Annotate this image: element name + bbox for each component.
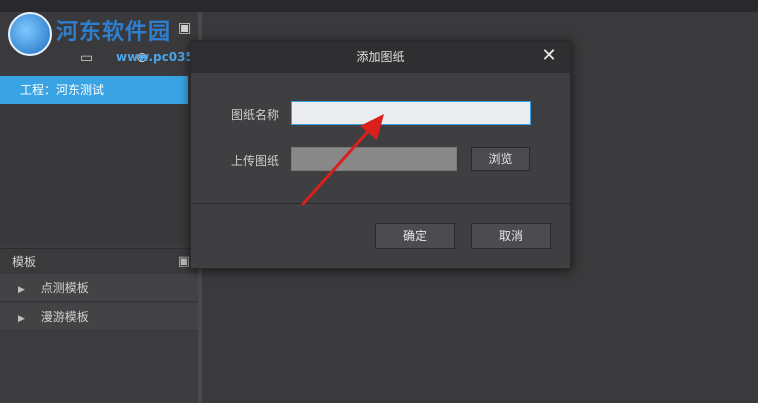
confirm-button[interactable]: 确定 bbox=[375, 223, 455, 249]
template-item-point[interactable]: ▶ 点测模板 bbox=[0, 274, 198, 302]
template-panel-header: 模板 ▣ bbox=[0, 248, 198, 274]
project-item[interactable]: 工程：河东测试 bbox=[0, 76, 188, 104]
expand-triangle-icon[interactable]: ▶ bbox=[18, 305, 25, 333]
dialog-divider bbox=[191, 203, 570, 204]
watermark-title: 河东软件园 bbox=[56, 20, 172, 45]
template-item-label: 漫游模板 bbox=[40, 310, 89, 324]
dialog-title: 添加图纸 bbox=[356, 50, 405, 64]
collapse-panel-icon[interactable]: ▣ bbox=[178, 249, 190, 275]
project-label: 工程：河东测试 bbox=[20, 83, 105, 97]
template-item-roam[interactable]: ▶ 漫游模板 bbox=[0, 303, 198, 331]
upload-drawing-label: 上传图纸 bbox=[231, 154, 280, 168]
watermark-logo-icon bbox=[8, 12, 52, 56]
template-panel-title: 模板 bbox=[12, 255, 37, 269]
browse-button[interactable]: 浏览 bbox=[471, 147, 530, 171]
dialog-titlebar: 添加图纸 ✕ bbox=[191, 41, 570, 73]
project-tree bbox=[0, 104, 198, 244]
close-icon[interactable]: ✕ bbox=[538, 45, 560, 67]
upload-drawing-path-input[interactable] bbox=[291, 147, 457, 171]
drawing-name-label: 图纸名称 bbox=[231, 108, 280, 122]
app-window: ★ ▭ ⊕ ▣ 工程：河东测试 模板 ▣ ▶ 点测模板 ▶ 漫游模板 河东软件园… bbox=[0, 0, 758, 403]
watermark: 河东软件园 www.pc0359.cn bbox=[0, 10, 222, 72]
drawing-name-input[interactable] bbox=[291, 101, 531, 125]
cancel-button[interactable]: 取消 bbox=[471, 223, 551, 249]
expand-triangle-icon[interactable]: ▶ bbox=[18, 276, 25, 304]
template-item-label: 点测模板 bbox=[40, 281, 89, 295]
add-drawing-dialog: 添加图纸 ✕ 图纸名称 上传图纸 浏览 确定 取消 bbox=[190, 40, 571, 269]
